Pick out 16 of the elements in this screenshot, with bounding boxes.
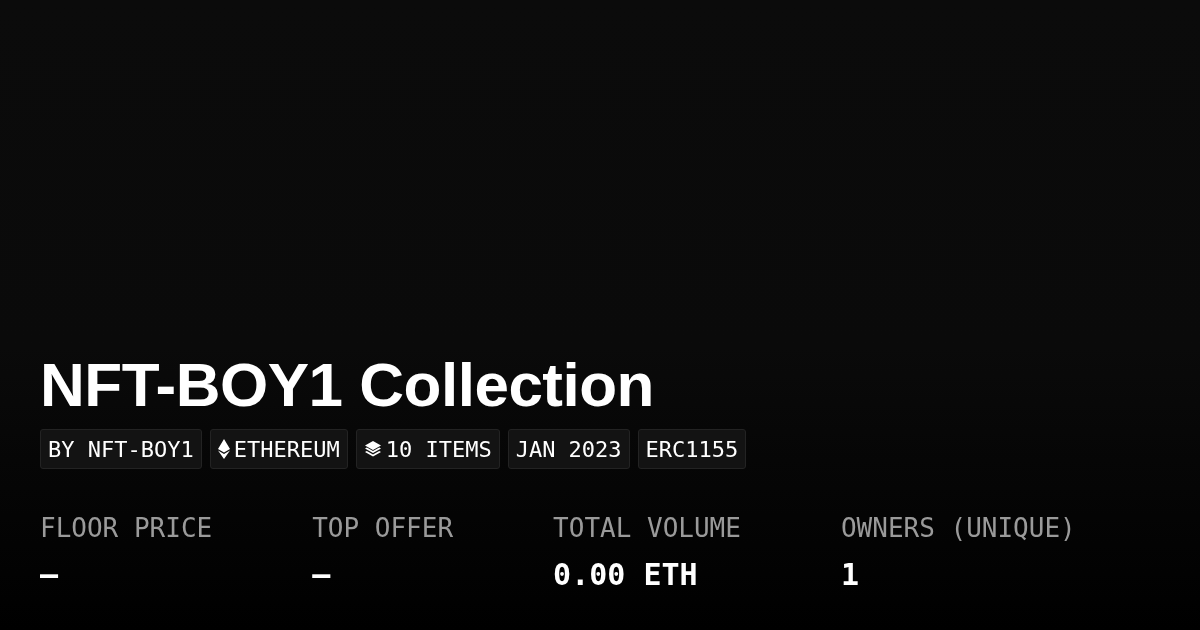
layers-icon	[363, 440, 382, 458]
stat-value: –	[40, 557, 59, 592]
info-tag: BY NFT-BOY1	[40, 429, 202, 469]
collection-title: NFT-BOY1 Collection	[40, 350, 654, 419]
stat-label: OWNERS (UNIQUE)	[840, 513, 1076, 543]
info-tag: 10 ITEMS	[355, 429, 500, 469]
stat-value: 0.00 ETH	[553, 557, 698, 592]
info-tag: JAN 2023	[507, 429, 630, 469]
stat-label: TOTAL VOLUME	[553, 513, 741, 543]
ethereum-icon	[217, 439, 230, 459]
stat-label: FLOOR PRICE	[40, 513, 213, 543]
info-tag: ETHEREUM	[209, 429, 348, 469]
stat-label: TOP OFFER	[312, 513, 454, 543]
info-tag: ERC1155	[637, 429, 747, 469]
stat-value: 1	[840, 557, 859, 592]
stat-value: –	[312, 557, 331, 592]
